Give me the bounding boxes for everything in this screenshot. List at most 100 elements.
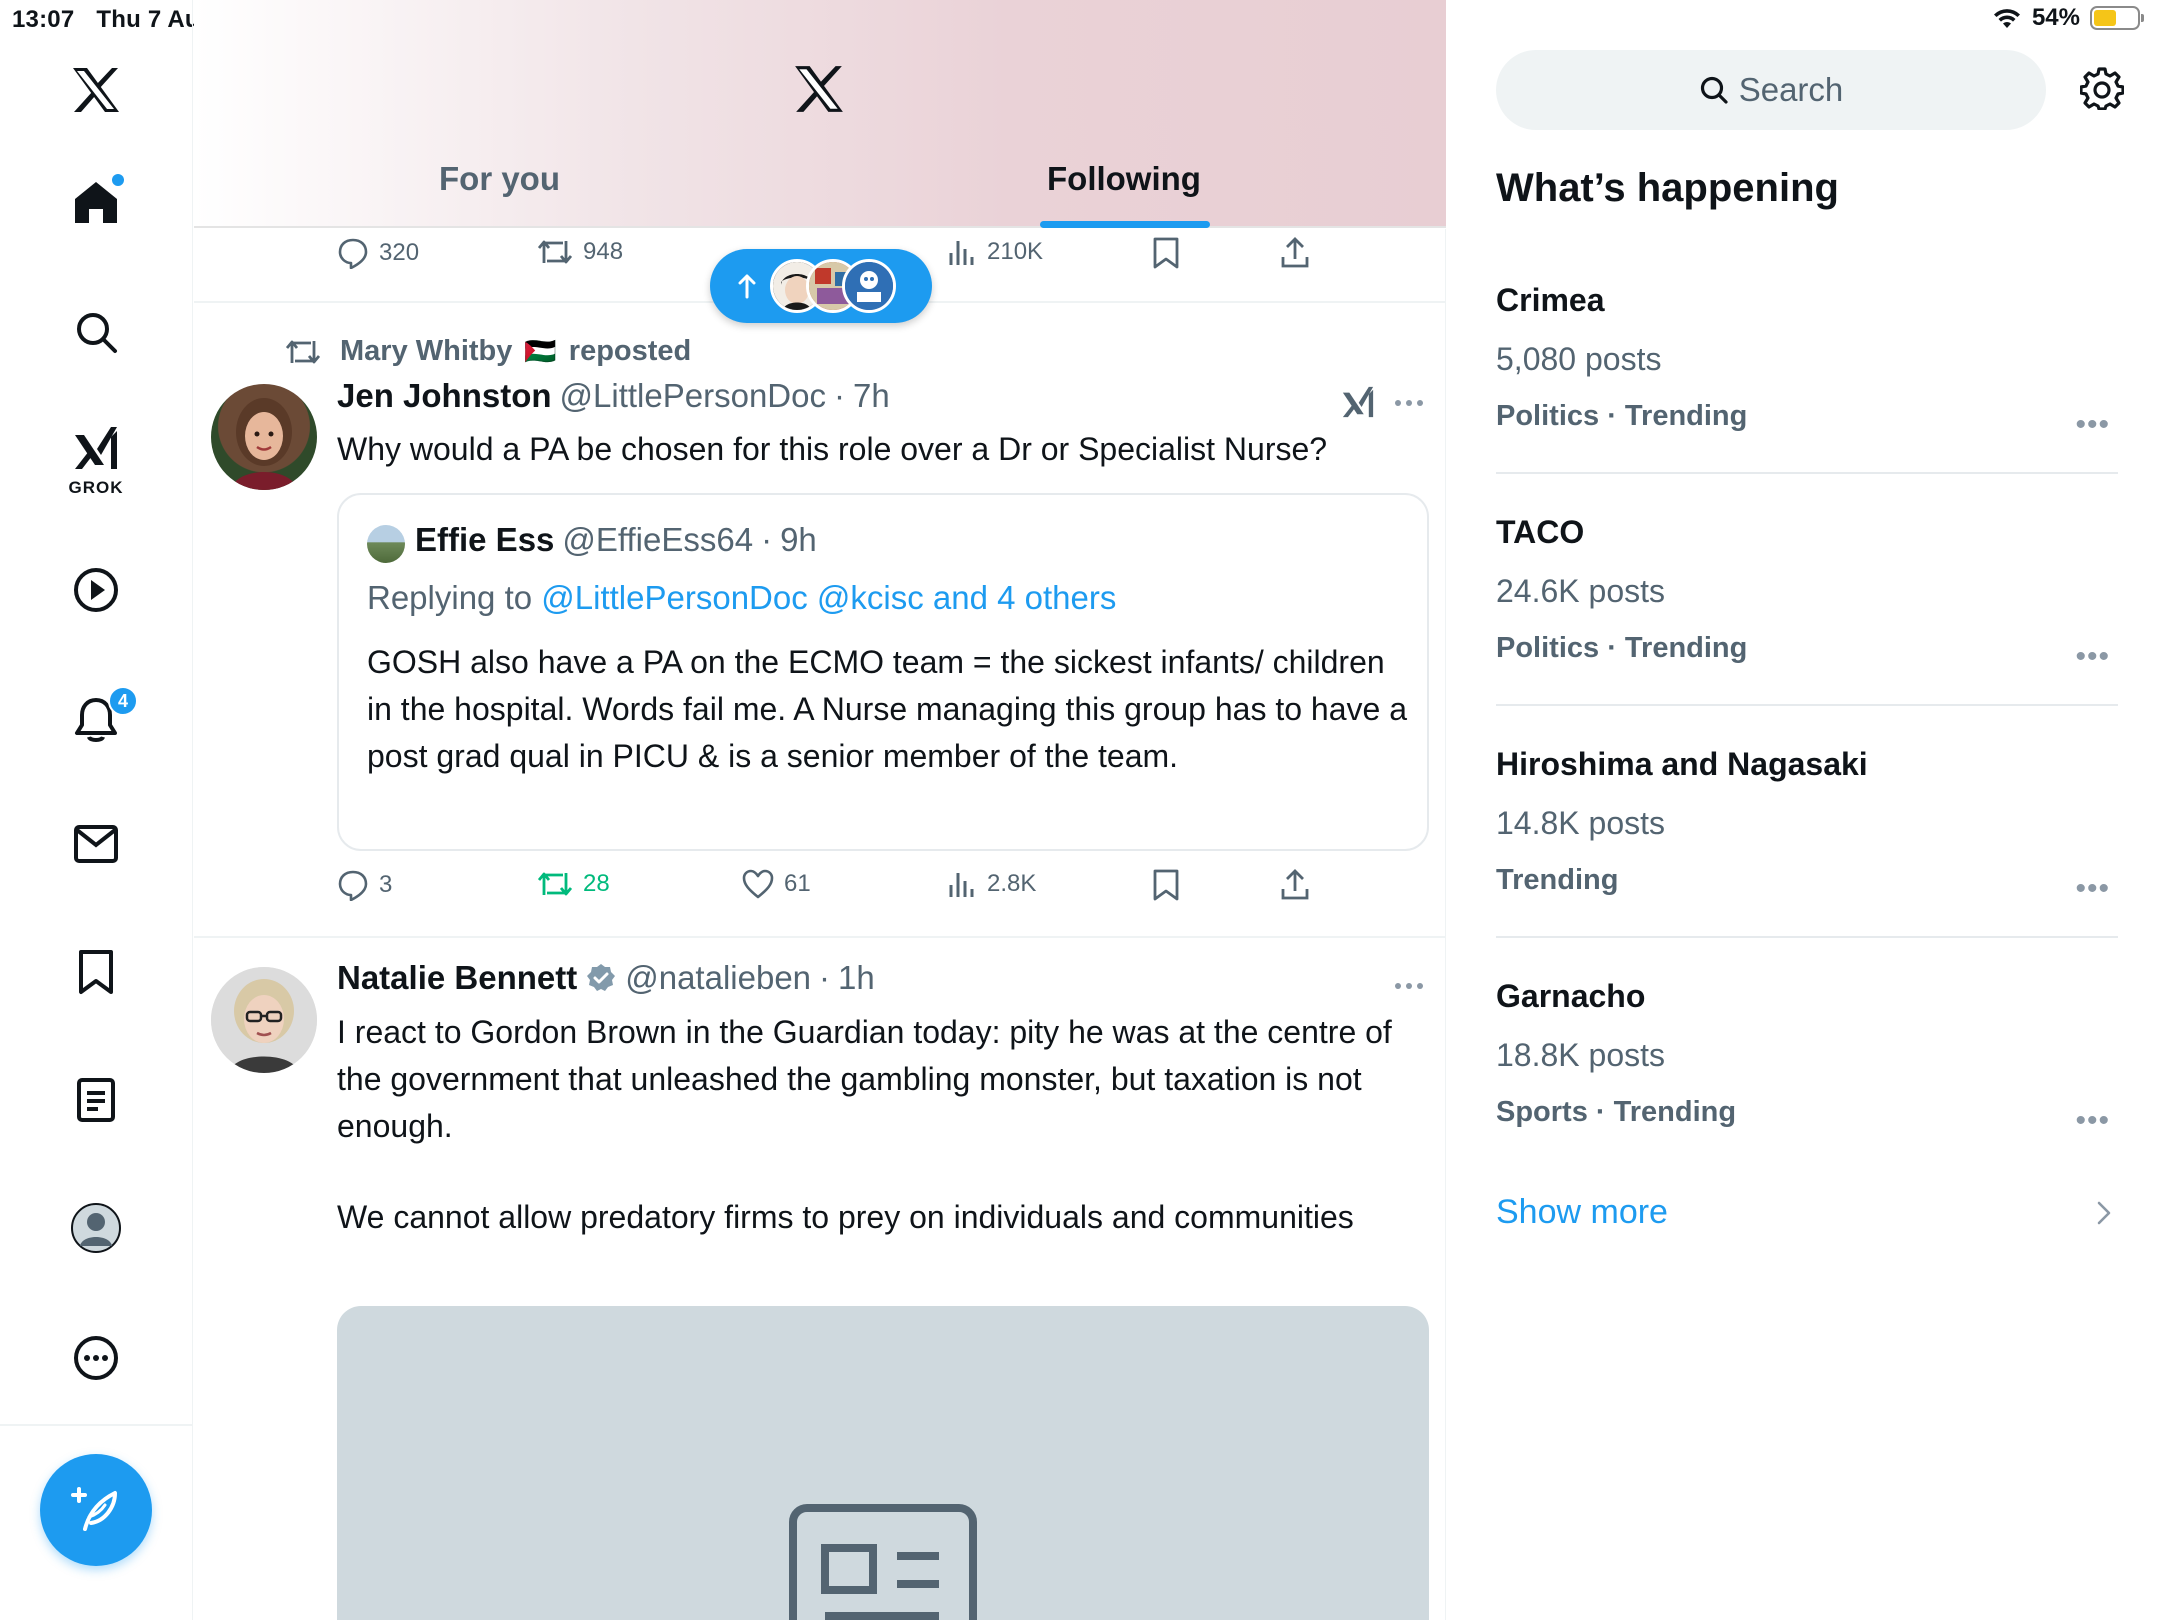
chevron-right-icon[interactable]: [2096, 1200, 2112, 1226]
trend-more-icon[interactable]: •••: [2075, 1104, 2110, 1138]
left-nav: GROK 4: [0, 0, 193, 1620]
author-avatar[interactable]: [211, 967, 317, 1073]
trend-more-icon[interactable]: •••: [2075, 408, 2110, 442]
trend-category: Sports · Trending: [1496, 1096, 1737, 1128]
search-input[interactable]: Search: [1496, 50, 2046, 130]
post-more-icon[interactable]: [1394, 399, 1424, 407]
post2-text-paragraph-2: We cannot allow predatory firms to prey …: [337, 1199, 1354, 1235]
reposter-name: Mary Whitby: [340, 335, 513, 367]
search-icon: [1700, 76, 1728, 104]
trend-category: Politics · Trending: [1496, 632, 1748, 664]
author-name[interactable]: Jen Johnston: [337, 377, 552, 415]
repost-action[interactable]: 28: [537, 869, 610, 899]
nav-video[interactable]: [56, 550, 136, 630]
trend-item[interactable]: Garnacho 18.8K posts Sports · Trending •…: [1496, 978, 2118, 1137]
link-card-media[interactable]: [337, 1306, 1429, 1620]
tab-following[interactable]: Following: [1047, 160, 1201, 198]
nav-articles[interactable]: [56, 1060, 136, 1140]
article-icon: [77, 1078, 115, 1122]
post-time[interactable]: 7h: [853, 377, 890, 415]
views-action[interactable]: 2.8K: [947, 869, 1036, 899]
prev-views-action[interactable]: 210K: [947, 237, 1043, 267]
reply-action[interactable]: 3: [337, 869, 392, 901]
timeline-header: For you Following: [194, 0, 1446, 228]
repost-count: 28: [583, 870, 610, 897]
quote-author-avatar: [367, 525, 405, 563]
settings-button[interactable]: [2080, 66, 2124, 110]
x-logo-icon[interactable]: [56, 50, 136, 130]
new-posts-pill[interactable]: [710, 249, 932, 323]
prev-reply-action[interactable]: 320: [337, 237, 419, 269]
nav-grok[interactable]: [56, 408, 136, 488]
reply-icon: [338, 870, 368, 901]
trend-item[interactable]: TACO 24.6K posts Politics · Trending •••: [1496, 514, 2118, 673]
trend-post-count: 5,080 posts: [1496, 341, 1662, 377]
tab-for-you[interactable]: For you: [439, 160, 560, 198]
quoted-post[interactable]: Effie Ess @EffieEss64 · 9h Replying to @…: [337, 493, 1429, 851]
author-handle[interactable]: @natalieben: [625, 959, 811, 997]
nav-notifications[interactable]: 4: [56, 680, 138, 760]
views-count: 2.8K: [987, 870, 1037, 897]
like-action[interactable]: 61: [742, 869, 811, 899]
search-icon: [77, 313, 117, 353]
trend-title: Hiroshima and Nagasaki: [1496, 746, 1868, 782]
nav-bookmarks[interactable]: [56, 932, 136, 1012]
post-divider: [194, 936, 1445, 938]
search-placeholder: Search: [1738, 71, 1844, 108]
nav-explore[interactable]: [56, 292, 136, 372]
trend-item[interactable]: Crimea 5,080 posts Politics · Trending •…: [1496, 282, 2118, 441]
arrow-up-icon: [738, 274, 756, 299]
header-x-logo-icon[interactable]: [792, 64, 846, 114]
share-action[interactable]: [1280, 869, 1310, 901]
trend-post-count: 14.8K posts: [1496, 805, 1665, 841]
article-placeholder-icon: [789, 1504, 977, 1620]
trend-title: Garnacho: [1496, 978, 1646, 1014]
trend-divider: [1496, 704, 2118, 706]
nav-divider: [0, 1424, 193, 1426]
trend-post-count: 18.8K posts: [1496, 1037, 1665, 1073]
play-circle-icon: [74, 568, 118, 612]
trend-more-icon[interactable]: •••: [2075, 640, 2110, 674]
post2-text-paragraph-1: I react to Gordon Brown in the Guardian …: [337, 1014, 1392, 1144]
whats-happening-title: What’s happening: [1496, 166, 1839, 210]
show-more-link[interactable]: Show more: [1496, 1193, 1668, 1232]
repost-icon: [537, 240, 573, 264]
reposter-flag: 🇵🇸: [524, 336, 557, 366]
nav-home[interactable]: [56, 162, 136, 242]
quote-text: GOSH also have a PA on the ECMO team = t…: [367, 644, 1407, 774]
share-icon: [1281, 869, 1309, 900]
repost-context[interactable]: Mary Whitby 🇵🇸 reposted: [284, 335, 691, 368]
bookmark-icon: [1153, 869, 1179, 901]
prev-share-action[interactable]: [1280, 237, 1310, 269]
trend-more-icon[interactable]: •••: [2075, 872, 2110, 906]
nav-more[interactable]: [56, 1318, 136, 1398]
post-more-icon[interactable]: [1394, 982, 1424, 990]
bookmark-action[interactable]: [1152, 869, 1180, 901]
timeline-feed[interactable]: 320 948 210K Mary Whitby 🇵🇸 reposted Jen…: [194, 229, 1446, 1620]
author-handle[interactable]: @LittlePersonDoc: [560, 377, 826, 415]
battery-percent: 54%: [2031, 4, 2080, 31]
author-name[interactable]: Natalie Bennett: [337, 959, 577, 997]
wifi-icon: [1993, 9, 2020, 28]
trend-category: Politics · Trending: [1496, 400, 1748, 432]
reply-icon: [338, 238, 368, 269]
post1-text: Why would a PA be chosen for this role o…: [337, 431, 1328, 467]
prev-bookmark-action[interactable]: [1152, 237, 1180, 269]
repost-icon: [285, 340, 321, 363]
profile-avatar-icon: [71, 1203, 121, 1253]
trend-item[interactable]: Hiroshima and Nagasaki 14.8K posts Trend…: [1496, 746, 2118, 905]
replying-to-users[interactable]: @LittlePersonDoc @kcisc and 4 others: [541, 579, 1116, 616]
compose-feather-icon: [71, 1487, 117, 1531]
bookmark-icon: [1153, 237, 1179, 269]
prev-repost-action[interactable]: 948: [537, 237, 623, 267]
views-icon: [949, 873, 974, 897]
trend-category: Trending: [1496, 864, 1619, 896]
replying-prefix: Replying to: [367, 579, 533, 616]
nav-messages[interactable]: [56, 804, 136, 884]
nav-profile[interactable]: [56, 1188, 136, 1268]
compose-button[interactable]: [40, 1454, 152, 1566]
post-time[interactable]: 1h: [838, 959, 875, 997]
reposted-label: reposted: [568, 335, 692, 367]
author-avatar[interactable]: [211, 384, 317, 490]
grok-post-icon[interactable]: [1340, 384, 1376, 420]
